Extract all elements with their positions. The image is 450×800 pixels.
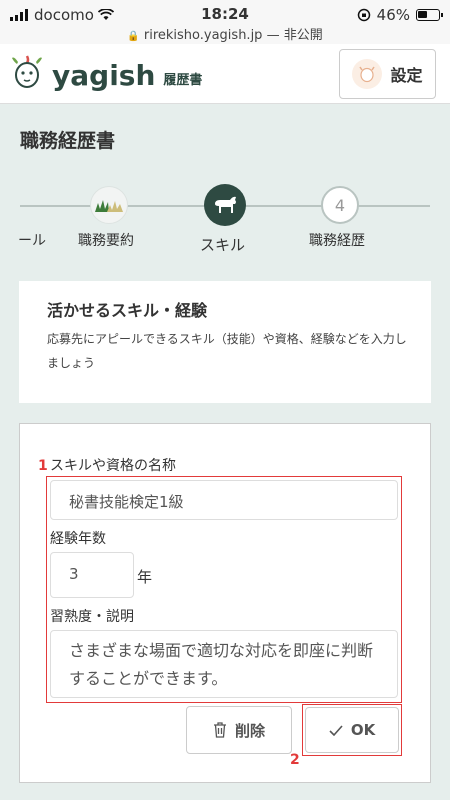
battery-icon bbox=[416, 9, 443, 21]
proficiency-label: 習熟度・説明 bbox=[50, 609, 134, 625]
page-title: 職務経歴書 bbox=[20, 130, 116, 152]
section-description: 応募先にアピールできるスキル（技能）や資格、経験などを入力しましょう bbox=[47, 332, 407, 370]
grass-icon bbox=[95, 200, 123, 212]
step-label-skills[interactable]: スキル bbox=[200, 234, 245, 255]
annotation-marker-1: 1 bbox=[38, 458, 48, 474]
proficiency-value: さまざまな場面で適切な対応を即座に判断することができます。 bbox=[69, 641, 374, 688]
skill-name-value: 秘書技能検定1級 bbox=[69, 493, 184, 511]
ok-button[interactable]: OK bbox=[305, 707, 399, 753]
settings-button[interactable]: 設定 bbox=[339, 49, 436, 99]
avatar bbox=[352, 59, 383, 89]
step-summary[interactable] bbox=[90, 186, 128, 224]
delete-label: 削除 bbox=[234, 721, 265, 740]
years-label: 経験年数 bbox=[50, 531, 106, 547]
check-icon bbox=[329, 724, 343, 736]
app-header: yagish 履歴書 設定 bbox=[0, 44, 450, 104]
section-title: 活かせるスキル・経験 bbox=[47, 301, 208, 320]
orientation-lock-icon bbox=[357, 8, 370, 22]
logo[interactable]: yagish 履歴書 bbox=[10, 54, 202, 90]
skill-name-input[interactable]: 秘書技能検定1級 bbox=[50, 480, 398, 520]
goat-avatar-icon bbox=[359, 66, 376, 83]
step-label-summary[interactable]: 職務要約 bbox=[78, 230, 134, 250]
years-value: 3 bbox=[69, 565, 79, 583]
step-label-previous[interactable]: ール bbox=[18, 230, 46, 250]
step-number: 4 bbox=[334, 195, 346, 215]
skill-name-label: スキルや資格の名称 bbox=[50, 458, 176, 474]
proficiency-textarea[interactable]: さまざまな場面で適切な対応を即座に判断することができます。 bbox=[50, 630, 398, 698]
settings-label: 設定 bbox=[390, 66, 423, 85]
step-label-experience[interactable]: 職務経歴 bbox=[309, 230, 365, 250]
url-bar[interactable]: 🔒 rirekisho.yagish.jp — 非公開 bbox=[0, 24, 450, 43]
status-bar: docomo 18:24 🔒 rirekisho.yagish.jp — 非公開… bbox=[0, 0, 450, 44]
goat-icon bbox=[215, 196, 236, 213]
delete-button[interactable]: 削除 bbox=[186, 706, 292, 754]
lock-icon: 🔒 bbox=[127, 31, 140, 42]
skills-intro-card: 活かせるスキル・経験 応募先にアピールできるスキル（技能）や資格、経験などを入力… bbox=[19, 281, 431, 403]
years-input[interactable]: 3 bbox=[50, 552, 134, 598]
logo-wordmark: yagish bbox=[52, 59, 156, 92]
ok-label: OK bbox=[350, 721, 376, 739]
battery-percent: 46% bbox=[376, 6, 410, 24]
step-skills-current[interactable] bbox=[204, 184, 246, 226]
goat-logo-icon bbox=[12, 55, 42, 88]
annotation-marker-2: 2 bbox=[290, 752, 300, 768]
trash-icon bbox=[213, 722, 226, 738]
logo-subtitle: 履歴書 bbox=[163, 73, 203, 88]
url-text: rirekisho.yagish.jp — 非公開 bbox=[143, 28, 323, 43]
years-unit: 年 bbox=[137, 568, 153, 586]
step-progress: ール 職務要約 スキル 4 職務経歴 bbox=[0, 178, 450, 258]
step-experience[interactable]: 4 bbox=[321, 186, 359, 224]
